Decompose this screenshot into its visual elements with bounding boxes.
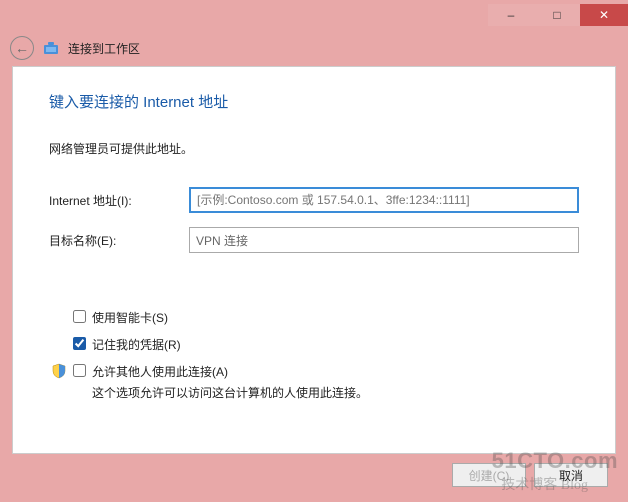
smartcard-checkbox[interactable] bbox=[73, 310, 86, 323]
allow-others-description: 这个选项允许可以访问这台计算机的人使用此连接。 bbox=[73, 384, 579, 401]
options-group: 使用智能卡(S) 记住我的凭据(R) 允许其他人使用此连接(A) 这个选项允许可… bbox=[49, 309, 579, 401]
remember-checkbox[interactable] bbox=[73, 337, 86, 350]
close-button[interactable]: ✕ bbox=[580, 4, 628, 26]
internet-address-input[interactable] bbox=[189, 187, 579, 213]
destination-name-label: 目标名称(E): bbox=[49, 232, 189, 249]
minimize-button[interactable]: – bbox=[488, 4, 534, 26]
titlebar: – □ ✕ bbox=[0, 0, 628, 30]
allow-others-checkbox-row[interactable]: 允许其他人使用此连接(A) bbox=[73, 363, 228, 380]
allow-others-row: 允许其他人使用此连接(A) bbox=[73, 363, 579, 380]
destination-name-row: 目标名称(E): bbox=[49, 227, 579, 253]
maximize-button[interactable]: □ bbox=[534, 4, 580, 26]
destination-name-input[interactable] bbox=[189, 227, 579, 253]
smartcard-checkbox-row[interactable]: 使用智能卡(S) bbox=[73, 309, 579, 326]
page-heading: 键入要连接的 Internet 地址 bbox=[49, 91, 579, 112]
smartcard-label: 使用智能卡(S) bbox=[92, 309, 168, 326]
allow-others-checkbox[interactable] bbox=[73, 364, 86, 377]
content-panel: 键入要连接的 Internet 地址 网络管理员可提供此地址。 Internet… bbox=[12, 66, 616, 454]
toolbar-title: 连接到工作区 bbox=[68, 40, 140, 57]
remember-checkbox-row[interactable]: 记住我的凭据(R) bbox=[73, 336, 579, 353]
internet-address-label: Internet 地址(I): bbox=[49, 192, 189, 209]
footer: 创建(C) 取消 bbox=[12, 456, 616, 494]
workplace-icon bbox=[42, 39, 60, 57]
remember-label: 记住我的凭据(R) bbox=[92, 336, 181, 353]
shield-icon bbox=[51, 363, 67, 379]
allow-others-label: 允许其他人使用此连接(A) bbox=[92, 363, 228, 380]
internet-address-row: Internet 地址(I): bbox=[49, 187, 579, 213]
create-button[interactable]: 创建(C) bbox=[452, 463, 526, 487]
subtitle: 网络管理员可提供此地址。 bbox=[49, 140, 579, 157]
cancel-button[interactable]: 取消 bbox=[534, 463, 608, 487]
back-button[interactable]: ← bbox=[10, 36, 34, 60]
toolbar: ← 连接到工作区 bbox=[0, 30, 628, 66]
